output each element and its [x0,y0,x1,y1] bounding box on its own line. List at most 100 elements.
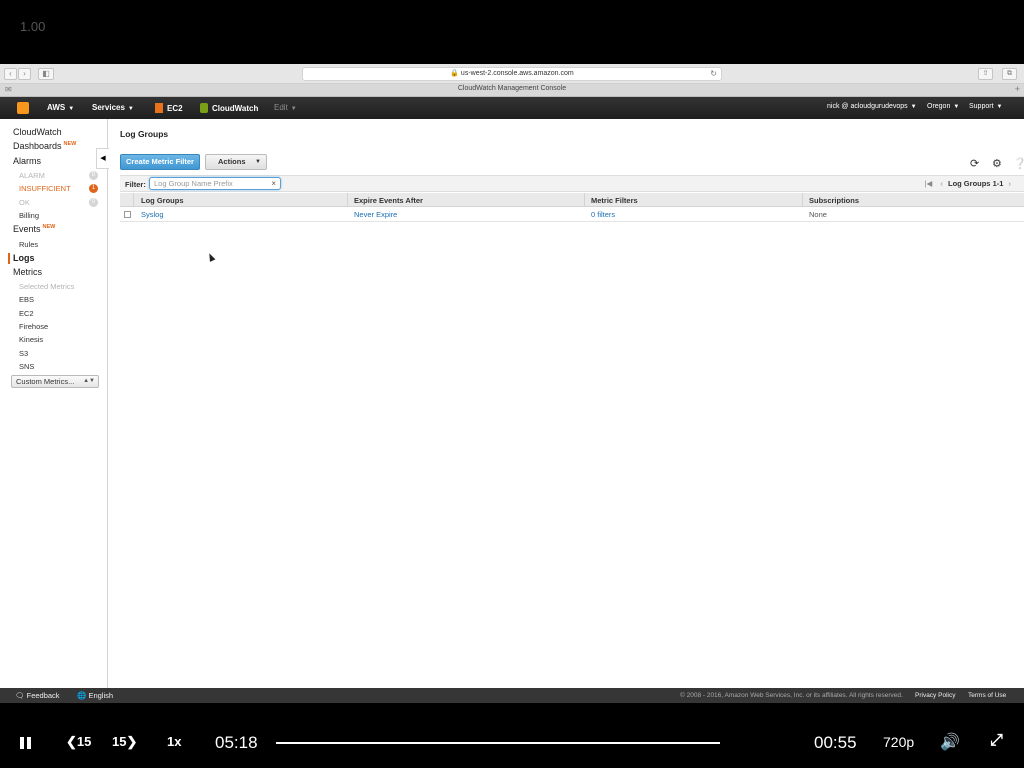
tabs-icon[interactable]: ⧉ [1002,68,1017,80]
sidebar-item-billing[interactable]: Billing [19,211,39,220]
sidebar-item-label: Dashboards [13,141,62,151]
column-header-metric-filters[interactable]: Metric Filters [591,196,638,205]
help-icon[interactable]: ❔ [1013,157,1024,170]
sidebar-item-insufficient[interactable]: INSUFFICIENT [19,184,71,193]
expire-link[interactable]: Never Expire [354,210,397,219]
speed-button[interactable]: 1x [167,734,181,749]
sidebar-item-logs[interactable]: Logs [13,253,35,263]
next-page-icon[interactable]: › [1009,179,1012,188]
column-divider [802,193,803,207]
feedback-icon: 🗨 [15,691,25,700]
skip-forward-button[interactable]: 15❯ [112,734,137,750]
feedback-link[interactable]: 🗨 Feedback [15,691,60,700]
sidebar-item-kinesis[interactable]: Kinesis [19,335,43,344]
share-icon[interactable]: ⇧ [978,68,993,80]
log-group-link[interactable]: Syslog [141,210,164,219]
terms-of-use-link[interactable]: Terms of Use [968,692,1006,699]
pause-bar [20,737,24,749]
pause-icon[interactable] [20,737,31,749]
elapsed-time: 05:18 [215,733,258,752]
sidebar-item-sns[interactable]: SNS [19,362,34,371]
column-header-subscriptions[interactable]: Subscriptions [809,196,859,205]
pager-label: Log Groups 1-1 [947,179,1004,188]
sidebar-item-alarm[interactable]: ALARM [19,171,45,180]
sidebar-item-selected-metrics[interactable]: Selected Metrics [19,282,74,291]
filter-placeholder: Log Group Name Prefix [154,179,233,188]
first-page-icon[interactable]: |◀ [925,179,933,188]
progress-bar[interactable] [276,742,720,744]
new-badge: NEW [63,141,77,147]
ec2-shortcut[interactable]: EC2 [155,103,183,113]
cloudwatch-shortcut[interactable]: CloudWatch [200,103,258,113]
language-link[interactable]: 🌐 English [77,691,113,700]
chevron-down-icon: ▼ [68,106,75,112]
cloudwatch-shortcut-label: CloudWatch [212,104,259,113]
back-icon[interactable]: ‹ [4,68,17,80]
aws-menu[interactable]: AWS ▼ [47,103,74,112]
clear-filter-icon[interactable]: × [271,178,276,189]
chevron-down-icon: ▼ [953,104,960,110]
aws-cube-icon[interactable] [17,102,29,114]
gear-icon[interactable]: ⚙ [992,157,1002,170]
chevron-down-icon: ▼ [255,159,261,165]
sidebar-item-ok[interactable]: OK [19,198,30,207]
sidebar-item-ec2[interactable]: EC2 [19,309,34,318]
browser-toolbar: ‹ › ◧ 🔒 us-west-2.console.aws.amazon.com… [0,64,1024,84]
sidebar-item-dashboards[interactable]: Dashboards NEW [13,141,76,151]
table-row: Syslog Never Expire 0 filters None [120,207,1024,222]
console-footer: 🗨 Feedback 🌐 English © 2008 - 2016, Amaz… [0,688,1024,703]
new-tab-icon[interactable]: + [1015,84,1020,94]
sidebar-item-ebs[interactable]: EBS [19,295,34,304]
region-menu[interactable]: Oregon ▼ [927,103,959,110]
log-group-filter-input[interactable]: Log Group Name Prefix × [149,177,281,190]
column-header-log-groups[interactable]: Log Groups [141,196,184,205]
support-menu[interactable]: Support ▼ [969,103,1002,110]
forward-icon[interactable]: › [18,68,31,80]
account-menu[interactable]: nick @ acloudgurudevops ▼ [827,103,917,110]
metric-filters-link[interactable]: 0 filters [591,210,615,219]
column-divider [584,193,585,207]
exit-fullscreen-icon[interactable]: ⤢ [990,732,1003,750]
address-bar[interactable]: 🔒 us-west-2.console.aws.amazon.com ↻ [302,67,722,81]
custom-metrics-label: Custom Metrics... [16,377,75,386]
page-title: Log Groups [120,129,169,139]
skip-back-button[interactable]: ❮15 [66,734,91,750]
subscriptions-value: None [809,210,827,219]
collapse-sidebar-icon[interactable]: ◀ [96,148,109,169]
tab-title[interactable]: CloudWatch Management Console [0,85,1024,92]
sidebar-item-rules[interactable]: Rules [19,240,38,249]
sidebar-item-s3[interactable]: S3 [19,349,28,358]
sidebar-toggle-icon[interactable]: ◧ [38,68,54,80]
quality-button[interactable]: 720p [883,734,914,750]
account-menu-label: nick @ acloudgurudevops [827,103,908,110]
row-checkbox[interactable] [124,211,131,218]
reload-icon[interactable]: ↻ [710,68,717,80]
feedback-label: Feedback [26,691,60,700]
edit-menu[interactable]: Edit ▼ [274,103,297,112]
actions-button[interactable]: Actions ▼ [205,154,267,170]
column-header-expire[interactable]: Expire Events After [354,196,423,205]
volume-icon[interactable]: 🔊 [940,732,960,752]
services-menu[interactable]: Services ▼ [92,103,134,112]
video-frame: 1.00 ‹ › ◧ 🔒 us-west-2.console.aws.amazo… [0,0,1024,768]
pagination: |◀ ‹ Log Groups 1-1 › [922,179,1014,188]
create-metric-filter-button[interactable]: Create Metric Filter [120,154,200,170]
select-arrows-icon: ▲▼ [83,378,95,384]
language-label: English [88,691,114,700]
sidebar-item-events[interactable]: Events NEW [13,224,55,234]
insufficient-count-badge: 1 [89,184,98,193]
aws-top-nav: AWS ▼ Services ▼ EC2 CloudWatch Edit ▼ nick… [0,97,1024,119]
video-top-overlay: 1.00 [0,0,1024,64]
sidebar-item-firehose[interactable]: Firehose [19,322,48,331]
chevron-down-icon: ▼ [910,104,917,110]
chevron-down-icon: ▼ [127,106,134,112]
privacy-policy-link[interactable]: Privacy Policy [915,692,955,699]
sidebar-item-alarms[interactable]: Alarms [13,156,41,166]
refresh-icon[interactable]: ⟳ [970,157,979,170]
sidebar-item-cloudwatch[interactable]: CloudWatch [13,127,62,137]
ec2-shortcut-label: EC2 [167,104,183,113]
sidebar-item-metrics[interactable]: Metrics [13,267,42,277]
active-indicator [8,253,10,264]
prev-page-icon[interactable]: ‹ [940,179,943,188]
custom-metrics-select[interactable]: Custom Metrics... ▲▼ [11,375,99,388]
